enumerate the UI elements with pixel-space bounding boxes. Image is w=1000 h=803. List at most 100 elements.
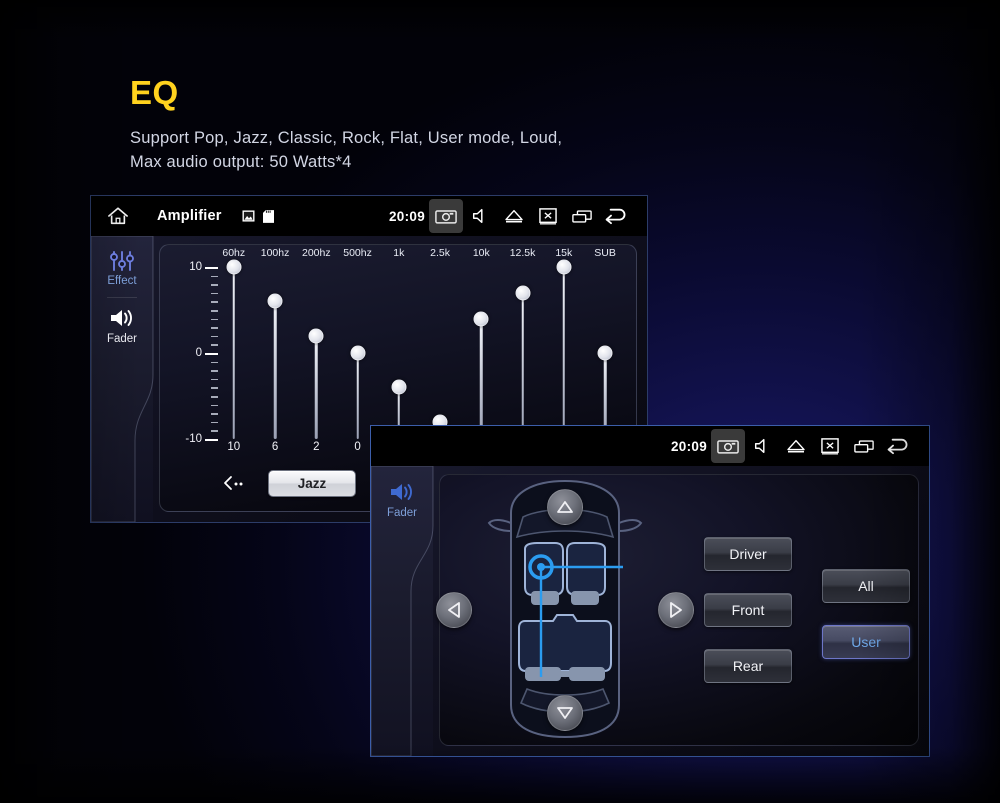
eq-value-label: 10 [227, 441, 241, 453]
windows-icon[interactable] [847, 426, 881, 466]
fader-mode-button-driver[interactable]: Driver [704, 537, 792, 571]
fader-mode-button-front[interactable]: Front [704, 593, 792, 627]
db-tick-minor [211, 413, 218, 415]
db-tick-minor [211, 318, 218, 321]
frequency-label: 15k [555, 247, 573, 259]
windows-icon[interactable] [565, 196, 599, 236]
fader-clock: 20:09 [670, 438, 707, 454]
sidebar-item-effect[interactable]: Effect [91, 244, 153, 295]
page-title: EQ [130, 74, 179, 111]
fader-down-button[interactable] [547, 695, 583, 731]
frequency-label: 500hz [343, 247, 372, 259]
app-title: Amplifier [157, 208, 222, 224]
fader-left-button[interactable] [436, 592, 472, 628]
eject-icon[interactable] [497, 196, 531, 236]
eq-slider-track [232, 267, 236, 439]
eq-slider-knob[interactable] [473, 311, 489, 327]
db-tick-minor [211, 335, 218, 338]
frequency-label: 1k [393, 247, 405, 259]
speaker-icon [108, 306, 136, 330]
camera-icon[interactable] [429, 199, 463, 233]
camera-icon[interactable] [711, 429, 745, 463]
db-tick-minor [211, 344, 218, 346]
description-line-2: Max audio output: 50 Watts*4 [130, 152, 352, 171]
fader-mode-column-left: Driver Front Rear [704, 537, 792, 683]
picture-icon [242, 210, 255, 222]
mute-icon[interactable] [745, 426, 779, 466]
close-window-icon[interactable] [531, 196, 565, 236]
db-tick-major [205, 267, 218, 269]
fader-topbar-right: 20:09 [671, 426, 915, 466]
topbar-left: Amplifier [101, 196, 274, 236]
prev-preset-button[interactable] [220, 468, 250, 498]
fader-mode-button-all[interactable]: All [822, 569, 910, 603]
db-tick-minor [211, 378, 218, 381]
frequency-label: 2.5k [430, 247, 450, 259]
fader-topbar: 20:09 [371, 426, 929, 466]
fader-mode-button-user[interactable]: User [822, 625, 910, 659]
eq-slider-knob[interactable] [267, 293, 283, 309]
db-tick-minor [211, 404, 218, 407]
eq-slider-knob[interactable] [556, 259, 572, 275]
mute-icon[interactable] [463, 196, 497, 236]
description-line-1: Support Pop, Jazz, Classic, Rock, Flat, … [130, 129, 563, 147]
db-tick-minor [211, 430, 218, 432]
eq-slider-knob[interactable] [308, 328, 324, 344]
fader-screen: 20:09 Fader Driver Front Rear All User [370, 425, 930, 757]
back-icon[interactable] [881, 426, 915, 466]
eq-slider-knob[interactable] [597, 345, 613, 361]
frequency-label: SUB [594, 247, 616, 259]
db-tick-minor [211, 292, 218, 295]
db-axis-label: 0 [195, 347, 202, 359]
frequency-label: 60hz [222, 247, 246, 259]
db-tick-minor [211, 327, 218, 329]
eq-slider[interactable] [391, 267, 407, 439]
db-tick-minor [211, 387, 218, 389]
sidebar-item-fader[interactable]: Fader [371, 474, 433, 527]
close-window-icon[interactable] [813, 426, 847, 466]
eq-slider[interactable] [556, 259, 572, 439]
frequency-label: 100hz [260, 247, 290, 259]
eq-slider-knob[interactable] [350, 345, 366, 361]
page-description: Support Pop, Jazz, Classic, Rock, Flat, … [130, 127, 562, 175]
sidebar-item-effect-label: Effect [107, 275, 137, 287]
eq-value-label: 6 [271, 441, 279, 453]
eq-slider[interactable] [267, 267, 283, 439]
heading-block: EQ Support Pop, Jazz, Classic, Rock, Fla… [130, 76, 562, 175]
fader-mode-column-right: All User [822, 537, 910, 659]
home-icon[interactable] [101, 196, 135, 236]
db-axis-label: 10 [189, 261, 202, 273]
eq-slider[interactable] [473, 267, 489, 439]
fader-right-button[interactable] [658, 592, 694, 628]
eq-slider[interactable] [308, 267, 324, 439]
eq-slider-track [273, 301, 277, 439]
preset-button[interactable]: Jazz [268, 469, 356, 497]
fader-sidebar: Fader [371, 466, 449, 756]
fader-mode-button-rear[interactable]: Rear [704, 649, 792, 683]
db-scale: 10 0 -10 [184, 261, 218, 445]
frequency-label: 12.5k [509, 247, 536, 259]
eq-slider[interactable] [515, 267, 531, 439]
eject-icon[interactable] [779, 426, 813, 466]
eq-slider[interactable] [350, 267, 366, 439]
eq-slider-knob[interactable] [391, 379, 407, 395]
eq-value-label: 0 [354, 441, 361, 453]
clock: 20:09 [388, 208, 425, 224]
eq-slider-knob[interactable] [515, 285, 531, 301]
eq-value-label: 2 [313, 441, 320, 453]
db-tick-major [205, 353, 218, 355]
fader-panel: Driver Front Rear All User [436, 474, 919, 746]
db-tick-minor [211, 370, 218, 372]
back-icon[interactable] [599, 196, 633, 236]
fader-up-button[interactable] [547, 489, 583, 525]
eq-slider-knob[interactable] [226, 259, 242, 275]
db-tick-minor [211, 421, 218, 424]
sidebar-item-fader[interactable]: Fader [91, 300, 153, 353]
eq-slider[interactable] [597, 267, 613, 439]
frequency-label: 200hz [301, 247, 331, 259]
eq-slider[interactable] [226, 259, 242, 439]
fader-body: Fader Driver Front Rear All User [371, 466, 929, 756]
eq-slider-track [521, 292, 524, 439]
eq-slider[interactable] [432, 267, 448, 439]
db-tick-minor [211, 310, 218, 312]
